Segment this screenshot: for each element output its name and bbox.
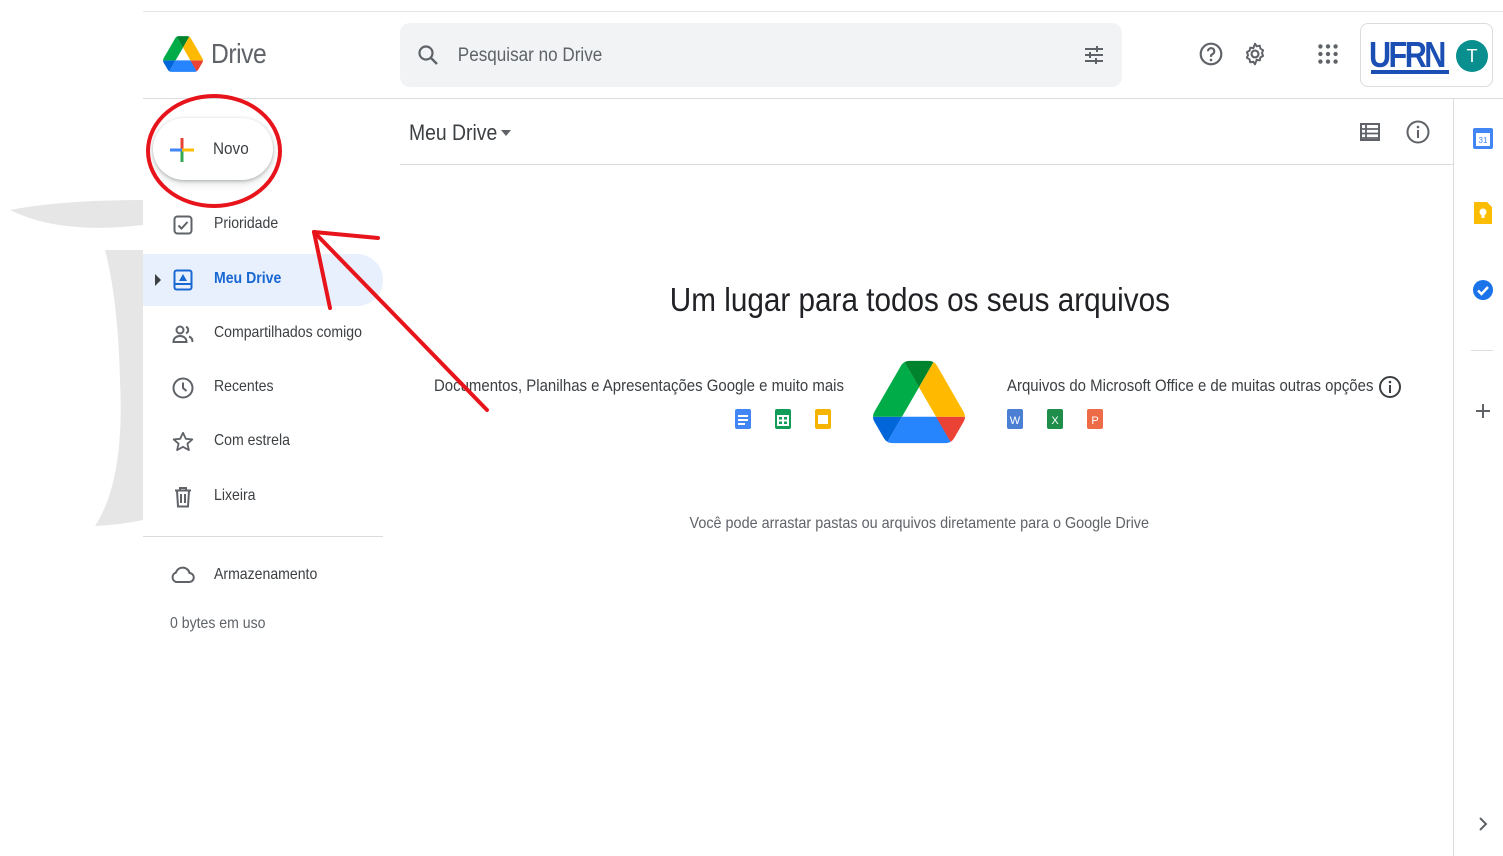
info-icon[interactable] [1378,375,1402,399]
breadcrumb[interactable]: Meu Drive [409,120,497,146]
my-drive-icon [173,269,193,291]
star-icon [172,431,194,451]
sidebar-item-label: Compartilhados comigo [214,324,362,341]
google-drive-logo-icon[interactable] [163,31,203,77]
plus-icon [170,138,194,162]
storage-usage: 0 bytes em uso [170,615,266,632]
calendar-icon[interactable]: 31 [1471,125,1495,151]
sidebar-item-label: Meu Drive [214,270,282,287]
account-switcher[interactable]: UFRN T [1360,23,1493,87]
google-drive-illustration-icon [873,360,965,444]
sidebar-item-meu-drive[interactable]: Meu Drive [143,254,383,306]
svg-text:31: 31 [1479,136,1488,145]
keep-icon[interactable] [1471,200,1495,226]
add-icon[interactable] [1471,398,1495,424]
excel-icon-letter: X [1051,415,1059,427]
trash-icon [175,487,191,508]
google-sheets-icon [775,409,791,429]
background-decoration [10,200,143,526]
org-logo-underline [1371,70,1449,74]
search-icon[interactable] [416,43,440,67]
sidebar-item-label: Com estrela [214,432,290,449]
tune-icon[interactable] [1082,43,1106,67]
header-divider [143,98,1503,99]
app-title: Drive [211,38,267,69]
empty-state-title-text: Um lugar para todos os seus arquivos [669,281,1170,318]
powerpoint-icon-letter: P [1091,415,1098,427]
search-input[interactable] [456,41,964,71]
new-button[interactable]: Novo [153,118,273,180]
sidebar-item-recentes[interactable]: Recentes [143,362,383,414]
gear-icon[interactable] [1242,41,1268,67]
shared-people-icon [172,325,194,343]
sidebar-divider [143,536,383,537]
top-divider [143,11,1503,12]
word-icon-letter: W [1010,415,1021,427]
chevron-right-icon[interactable] [1471,811,1495,837]
office-formats-caption: Arquivos do Microsoft Office e de muitas… [1007,376,1374,395]
word-icon: W [1007,409,1023,429]
google-slides-icon [815,409,831,429]
sidebar-item-label: Lixeira [214,487,256,504]
clock-icon [172,377,194,399]
side-panel-separator [1471,350,1493,351]
drag-hint: Você pode arrastar pastas ou arquivos di… [400,515,1439,533]
tasks-icon[interactable] [1471,277,1495,303]
avatar[interactable]: T [1456,40,1488,72]
expand-caret-icon[interactable] [155,274,161,286]
sidebar-item-compartilhados[interactable]: Compartilhados comigo [143,308,383,360]
drag-hint-text: Você pode arrastar pastas ou arquivos di… [689,515,1150,532]
storage-link[interactable]: Armazenamento [214,566,317,584]
chevron-down-icon[interactable] [501,130,511,136]
list-view-icon[interactable] [1359,121,1381,143]
sidebar-item-prioridade[interactable]: Prioridade [143,199,383,251]
empty-state-title: Um lugar para todos os seus arquivos [400,281,1439,319]
cloud-icon [171,566,195,583]
sidebar-item-label: Prioridade [214,215,279,232]
priority-check-icon [173,215,193,235]
sidebar-item-com-estrela[interactable]: Com estrela [143,416,383,468]
help-icon[interactable] [1198,41,1224,67]
info-icon[interactable] [1405,119,1431,145]
powerpoint-icon: P [1087,409,1103,429]
apps-grid-icon[interactable] [1315,41,1341,67]
google-formats-caption: Documentos, Planilhas e Apresentações Go… [434,376,844,395]
toolbar-divider [400,164,1453,165]
sidebar-item-label: Recentes [214,378,274,395]
sidebar-item-lixeira[interactable]: Lixeira [143,471,383,523]
search-bar[interactable] [400,23,1122,87]
new-button-label: Novo [213,139,249,158]
side-panel-divider [1453,99,1454,856]
excel-icon: X [1047,409,1063,429]
google-docs-icon [735,409,751,429]
